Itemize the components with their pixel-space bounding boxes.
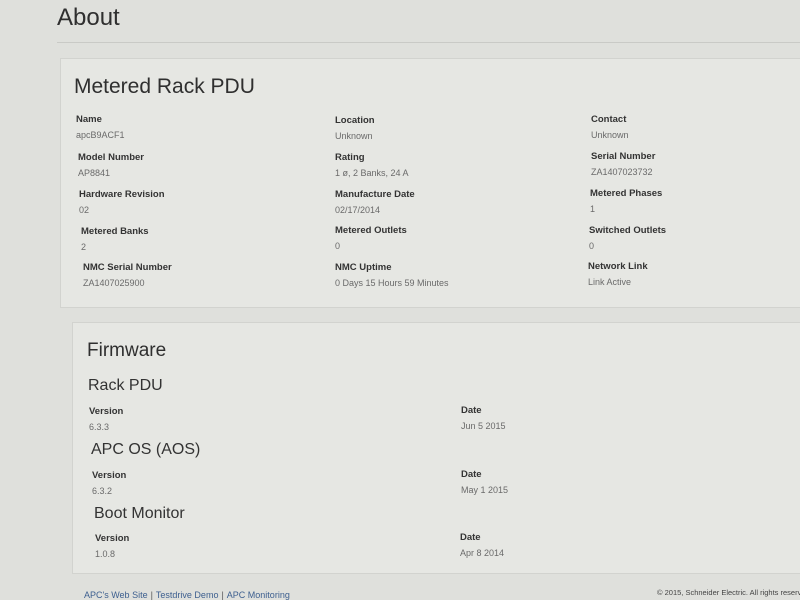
page-title: About [57,4,120,31]
field-value: 02/17/2014 [335,205,381,215]
firmware-date: Date Jun 5 2015 [461,405,506,431]
field-value: 0 [589,241,595,251]
field-label: Hardware Revision [79,189,165,200]
field-manufacture-date: Manufacture Date 02/17/2014 [335,189,415,215]
field-value: Apr 8 2014 [460,548,505,558]
field-value: Jun 5 2015 [461,421,506,431]
field-value: AP8841 [78,168,111,178]
field-value: Link Active [588,277,632,287]
field-rating: Rating 1 ø, 2 Banks, 24 A [335,152,409,178]
firmware-date: Date May 1 2015 [461,469,508,495]
footer-links: APC's Web Site | Testdrive Demo | APC Monito… [84,590,290,600]
apc-monitoring-link[interactable]: APC Monitoring [227,590,290,600]
firmware-section-title: Rack PDU [88,377,163,394]
field-value: 6.3.3 [89,422,110,432]
field-metered-banks: Metered Banks 2 [81,226,149,252]
field-label: Switched Outlets [589,225,667,236]
field-label: Name [76,114,102,125]
field-label: Network Link [588,261,648,272]
field-contact: Contact Unknown [591,114,629,140]
field-label: Model Number [78,152,144,163]
field-value: ZA1407025900 [83,278,145,288]
firmware-date: Date Apr 8 2014 [460,532,504,558]
field-value: 6.3.2 [92,486,113,496]
field-location: Location Unknown [335,115,375,141]
field-metered-outlets: Metered Outlets 0 [335,225,407,251]
field-value: Unknown [591,130,629,140]
firmware-section-title: Boot Monitor [94,505,185,522]
field-metered-phases: Metered Phases 1 [590,188,662,214]
field-value: 02 [79,205,90,215]
field-label: Location [335,115,375,126]
field-value: 0 [335,241,341,251]
field-value: 1 [590,204,596,214]
field-label: Serial Number [591,151,656,162]
field-label: Version [92,470,127,481]
link-separator: | [150,590,153,600]
field-label: NMC Uptime [335,262,392,273]
field-label: Version [95,533,130,544]
field-name: Name apcB9ACF1 [76,114,125,140]
field-label: Metered Phases [590,188,663,199]
field-label: Metered Outlets [335,225,407,236]
field-label: Contact [591,114,627,125]
field-value: 1 ø, 2 Banks, 24 A [335,168,409,178]
field-label: Date [461,469,482,480]
field-serial-number: Serial Number ZA1407023732 [591,151,655,177]
field-nmc-uptime: NMC Uptime 0 Days 15 Hours 59 Minutes [335,262,449,288]
firmware-panel: Firmware Rack PDU Version 6.3.3 Date Jun… [72,322,800,574]
field-label: Manufacture Date [335,189,415,200]
field-label: NMC Serial Number [83,262,172,273]
field-value: ZA1407023732 [591,167,653,177]
field-label: Date [461,405,482,416]
field-value: May 1 2015 [461,485,509,495]
field-value: 1.0.8 [95,549,116,559]
field-hardware-revision: Hardware Revision 02 [79,189,165,215]
field-value: apcB9ACF1 [76,130,125,140]
field-switched-outlets: Switched Outlets 0 [589,225,666,251]
copyright-notice: © 2015, Schneider Electric. All rights r… [657,588,800,597]
link-separator: | [221,590,224,600]
field-label: Metered Banks [81,226,149,237]
field-value: 0 Days 15 Hours 59 Minutes [335,278,449,288]
apc-web-site-link[interactable]: APC's Web Site [84,590,148,600]
device-panel-title: Metered Rack PDU [74,75,255,98]
about-page: About Metered Rack PDU Name apcB9ACF1 Lo… [0,0,800,600]
firmware-version: Version 6.3.3 [89,406,123,432]
field-nmc-serial-number: NMC Serial Number ZA1407025900 [83,262,172,288]
firmware-version: Version 6.3.2 [92,470,126,496]
firmware-section-title: APC OS (AOS) [91,441,201,458]
field-model-number: Model Number AP8841 [78,152,144,178]
field-label: Version [89,406,124,417]
field-value: 2 [81,242,87,252]
field-label: Rating [335,152,365,163]
firmware-panel-title: Firmware [87,340,167,361]
device-info-panel: Metered Rack PDU Name apcB9ACF1 Location… [60,58,800,308]
field-label: Date [460,532,481,543]
field-value: Unknown [335,131,373,141]
field-network-link: Network Link Link Active [588,261,648,287]
testdrive-demo-link[interactable]: Testdrive Demo [156,590,219,600]
firmware-version: Version 1.0.8 [95,533,129,559]
title-divider [57,42,800,43]
